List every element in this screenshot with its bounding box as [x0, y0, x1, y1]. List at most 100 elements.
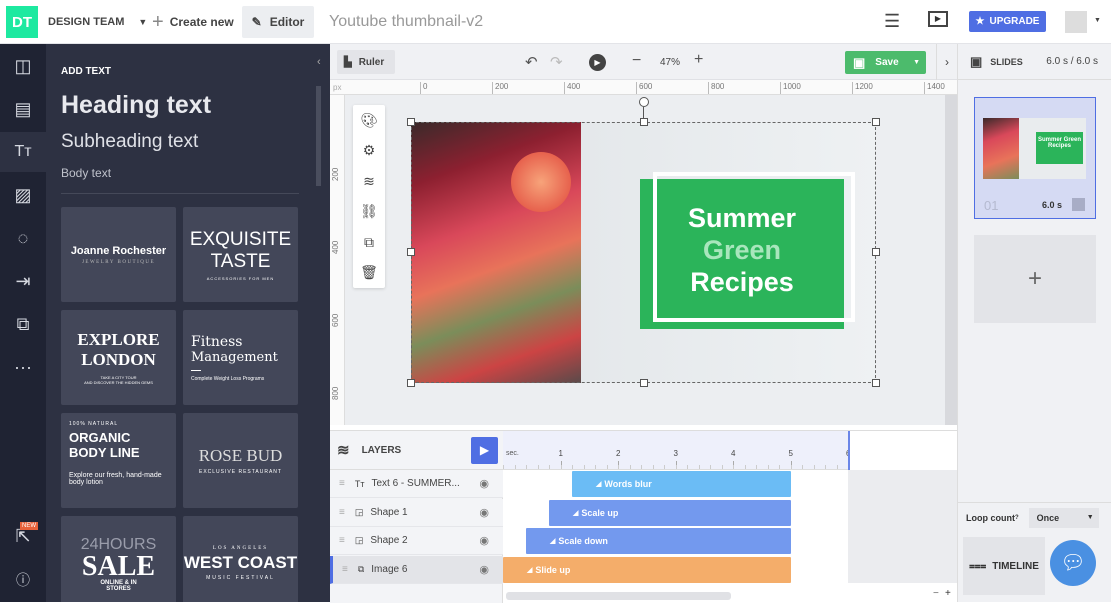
resize-handle[interactable] — [407, 248, 415, 256]
play-timeline-button[interactable]: ▶ — [471, 437, 498, 464]
canvas-area: Summer Green Recipes 🎨︎ ⚙ ≋ ⛓ ⧉ 🗑︎ — [345, 95, 957, 425]
eye-icon[interactable]: ◉ — [479, 534, 489, 547]
tool-rail: ◫ ▤ Tт ▨ ◌ ⇥ ⧉ ··· ⇱ NEW ⓘ — [0, 44, 46, 602]
layer-row[interactable]: ≡ ◲ Shape 1 ◉ — [330, 498, 503, 527]
ruler-tick-label: 200 — [331, 167, 340, 181]
preview-icon[interactable]: ▶ — [928, 11, 948, 27]
chevron-down-icon[interactable]: ▼ — [1094, 17, 1101, 24]
resize-handle[interactable] — [872, 248, 880, 256]
layer-row[interactable]: ≡ ⧉ Image 6 ◉ — [330, 555, 503, 584]
more-icon[interactable]: ··· — [0, 347, 46, 387]
timeline-scrollbar[interactable] — [506, 592, 731, 600]
text-template-card[interactable]: ROSE BUD EXCLUSIVE RESTAURANT — [183, 413, 298, 508]
text-template-card[interactable]: EXPLORE LONDON TAKE A CITY TOUR AND DISCOVE… — [61, 310, 176, 405]
timeline-zoom-in-icon[interactable]: + — [945, 588, 951, 599]
playhead[interactable] — [848, 431, 850, 470]
eye-icon[interactable]: ◉ — [479, 563, 489, 576]
layer-name: Image 6 — [371, 563, 408, 575]
animation-icon: ◢ — [550, 538, 556, 545]
resize-handle[interactable] — [640, 118, 648, 126]
animation-bar[interactable]: ◢ Words blur — [572, 471, 791, 497]
rotate-handle[interactable] — [639, 97, 649, 107]
slide-thumbnail[interactable]: Summer Green Recipes 01 6.0 s — [974, 97, 1096, 219]
info-icon[interactable]: ⓘ — [0, 560, 46, 600]
eye-icon[interactable]: ◉ — [479, 506, 489, 519]
resize-handle[interactable] — [640, 379, 648, 387]
layer-row[interactable]: ≡ Tт Text 6 - SUMMER... ◉ — [330, 470, 503, 498]
layout-icon[interactable]: ◫ — [0, 46, 46, 86]
trash-icon[interactable]: 🗑︎ — [360, 264, 378, 281]
collapse-panel-icon[interactable]: ‹ — [317, 56, 321, 68]
drag-handle-icon[interactable]: ≡ — [339, 535, 345, 546]
template-line: ROSE BUD — [198, 446, 283, 465]
drag-handle-icon[interactable]: ≡ — [339, 507, 345, 518]
preview-image — [983, 118, 1019, 179]
slide-color-swatch[interactable] — [1072, 198, 1085, 211]
drag-handle-icon[interactable]: ≡ — [342, 564, 348, 575]
resize-handle[interactable] — [407, 379, 415, 387]
settings-icon[interactable]: ⚙ — [363, 142, 376, 159]
pencil-icon: ✎ — [251, 15, 262, 29]
loop-count-select[interactable]: Once ▼ — [1028, 507, 1099, 528]
text-template-card[interactable]: LOS ANGELES WEST COAST MUSIC FESTIVAL — [183, 516, 298, 602]
ruler-tick-label: 600 — [331, 313, 340, 327]
upgrade-button[interactable]: ★ UPGRADE — [969, 11, 1046, 32]
timeline-zoom-out-icon[interactable]: − — [933, 588, 939, 599]
save-button[interactable]: ▣ Save ▼ — [845, 51, 926, 74]
animation-bar[interactable]: ◢ Slide up — [503, 556, 791, 583]
editor-button[interactable]: ✎ Editor — [242, 6, 314, 38]
zoom-out-icon[interactable]: − — [632, 52, 641, 70]
shapes-icon[interactable]: ◌ — [0, 218, 46, 258]
create-new-button[interactable]: + Create new — [152, 6, 234, 38]
template-line: ORGANIC — [69, 430, 131, 445]
heading-text-option[interactable]: Heading text — [61, 91, 211, 120]
zoom-in-icon[interactable]: + — [694, 51, 703, 69]
subheading-text-option[interactable]: Subheading text — [61, 131, 198, 153]
divider — [61, 193, 299, 194]
whats-new-icon[interactable]: ⇱ NEW — [0, 516, 46, 556]
resize-handle[interactable] — [872, 379, 880, 387]
text-template-card[interactable]: 24HOURS SALE ONLINE & IN STORES — [61, 516, 176, 602]
layer-row[interactable]: ≡ ◲ Shape 2 ◉ — [330, 527, 503, 555]
undo-icon[interactable]: ↶ — [525, 53, 538, 71]
color-palette-icon[interactable]: 🎨︎ — [360, 112, 378, 129]
text-template-card[interactable]: Fitness Management Complete Weight Loss Pr… — [183, 310, 298, 405]
panel-scrollbar[interactable] — [316, 86, 321, 186]
add-slide-button[interactable]: + — [974, 235, 1096, 323]
expand-right-panel-icon[interactable]: › — [936, 44, 957, 80]
text-template-card[interactable]: Joanne Rochester JEWELRY BOUTIQUE — [61, 207, 176, 302]
layers-icon[interactable]: ≋ — [363, 173, 375, 190]
text-icon[interactable]: Tт — [0, 132, 46, 172]
time-tick-label: 2 — [616, 449, 621, 458]
animation-icon: ◢ — [596, 481, 602, 488]
text-template-card[interactable]: EXQUISITE TASTE ACCESSORIES FOR MEN — [183, 207, 298, 302]
play-icon[interactable]: ▶ — [589, 54, 606, 71]
comments-icon[interactable]: ☰ — [884, 11, 900, 32]
link-icon[interactable]: ⛓ — [360, 203, 378, 220]
upload-icon[interactable]: ⇥ — [0, 261, 46, 301]
create-new-label: Create new — [169, 15, 234, 29]
animation-bar[interactable]: ◢ Scale up — [549, 499, 791, 526]
team-dropdown[interactable]: DESIGN TEAM ▼ — [48, 6, 147, 38]
slide-duration[interactable]: 6.0 s — [1042, 200, 1062, 210]
redo-icon[interactable]: ↷ — [550, 53, 563, 71]
animation-bar[interactable]: ◢ Scale down — [526, 528, 791, 554]
resize-handle[interactable] — [872, 118, 880, 126]
image-icon[interactable]: ▨ — [0, 175, 46, 215]
chevron-down-icon[interactable]: ▼ — [913, 59, 920, 66]
duplicate-icon[interactable]: ⧉ — [364, 234, 374, 251]
body-text-option[interactable]: Body text — [61, 166, 111, 180]
timeline-toggle-button[interactable]: ⩶ TIMELINE — [963, 537, 1045, 595]
avatar[interactable] — [1065, 11, 1087, 33]
resize-handle[interactable] — [407, 118, 415, 126]
canvas-scrollbar[interactable] — [945, 95, 957, 425]
video-icon[interactable]: ⧉ — [0, 304, 46, 344]
team-logo[interactable]: DT — [6, 6, 38, 38]
chat-support-button[interactable]: 💬︎ — [1050, 540, 1096, 586]
document-title[interactable]: Youtube thumbnail-v2 — [329, 13, 483, 31]
eye-icon[interactable]: ◉ — [479, 477, 489, 490]
drag-handle-icon[interactable]: ≡ — [339, 478, 345, 489]
background-icon[interactable]: ▤ — [0, 89, 46, 129]
ruler-button[interactable]: ▙ Ruler — [337, 50, 395, 74]
text-template-card[interactable]: 100% NATURAL ORGANIC BODY LINE Explore our … — [61, 413, 176, 508]
